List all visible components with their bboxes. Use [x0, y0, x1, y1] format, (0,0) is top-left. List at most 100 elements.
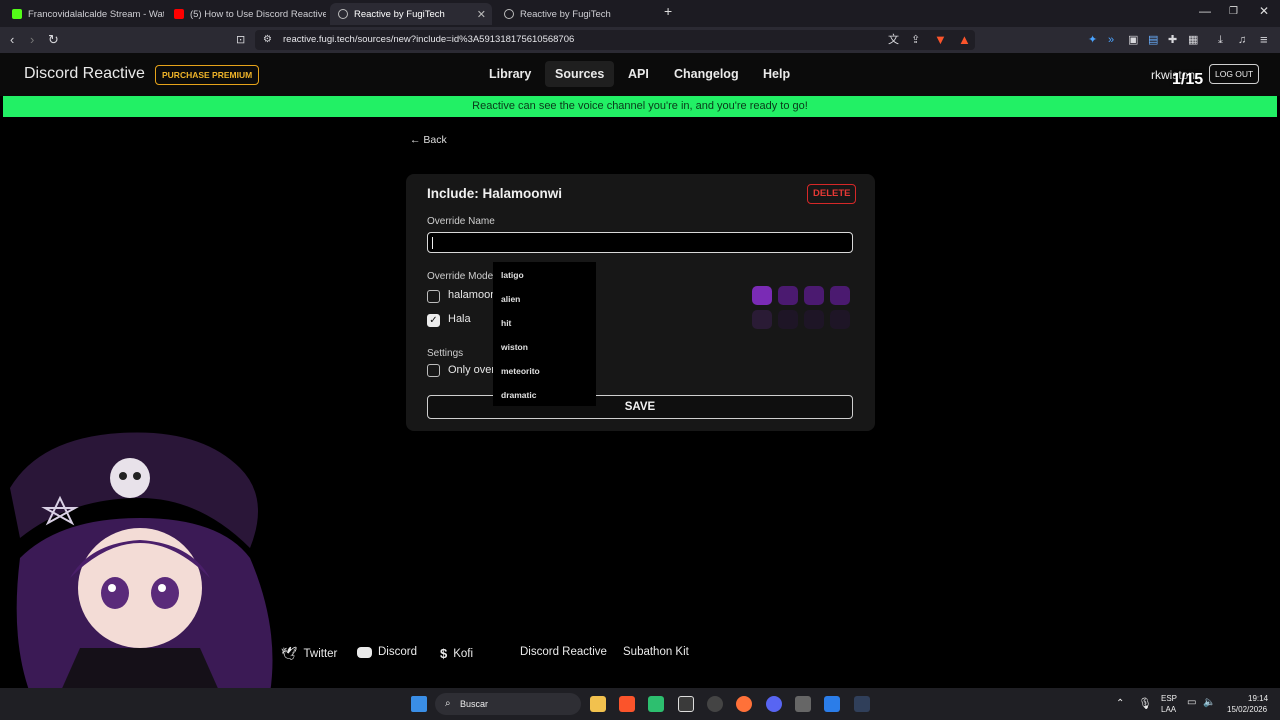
- microphone-icon[interactable]: 🎙: [1138, 697, 1152, 710]
- clock-time[interactable]: 19:14: [1248, 694, 1268, 703]
- model-checkbox-hala[interactable]: ✓: [427, 314, 440, 327]
- extension-icon[interactable]: ✦: [1088, 32, 1097, 48]
- footer-link-discord-reactive[interactable]: Discord Reactive: [520, 646, 607, 658]
- dropdown-option[interactable]: latigo: [501, 270, 524, 280]
- forward-arrow-icon[interactable]: ›: [30, 32, 34, 48]
- model-thumbnail: [752, 286, 772, 305]
- brave-rewards-icon[interactable]: ▲: [958, 32, 971, 48]
- taskbar-search[interactable]: ⌕ Buscar: [435, 693, 581, 715]
- settings-label: Settings: [427, 348, 464, 359]
- status-banner: Reactive can see the voice channel you'r…: [3, 96, 1277, 117]
- discord-taskbar-icon[interactable]: [766, 696, 782, 712]
- address-bar[interactable]: ⚙ reactive.fugi.tech/sources/new?include…: [255, 30, 975, 50]
- restore-icon[interactable]: ❐: [1229, 6, 1238, 17]
- tray-chevron-icon[interactable]: ⌃: [1116, 698, 1124, 709]
- dropdown-option[interactable]: alien: [501, 294, 520, 304]
- delete-button[interactable]: DELETE: [807, 184, 857, 204]
- globe-favicon-icon: [504, 9, 514, 19]
- brand-logo[interactable]: Discord Reactive: [24, 65, 145, 83]
- footer-link-subathon-kit[interactable]: Subathon Kit: [623, 646, 689, 658]
- footer-link-discord[interactable]: Discord: [357, 646, 417, 658]
- browser-toolbar: ‹ › ↻ ⊡ ⚙ reactive.fugi.tech/sources/new…: [0, 27, 1280, 53]
- site-header: Discord Reactive PURCHASE PREMIUM Librar…: [0, 53, 1280, 96]
- reload-icon[interactable]: ↻: [48, 32, 59, 48]
- app-icon[interactable]: [795, 696, 811, 712]
- app-icon[interactable]: [824, 696, 840, 712]
- file-explorer-icon[interactable]: [590, 696, 606, 712]
- windows-start-icon[interactable]: [411, 696, 427, 712]
- nav-sources[interactable]: Sources: [545, 61, 615, 87]
- nav-help[interactable]: Help: [753, 61, 800, 87]
- translate-icon[interactable]: 文: [888, 32, 899, 48]
- search-icon: ⌕: [445, 698, 451, 709]
- tab-title: (5) How to Use Discord Reactive Ima: [190, 8, 326, 20]
- browser-tab-active[interactable]: Reactive by FugiTech ✕: [330, 3, 492, 25]
- model-checkbox-halamoonwi[interactable]: [427, 290, 440, 303]
- browser-tab[interactable]: Reactive by FugiTech: [496, 3, 656, 25]
- include-card: Include: Halamoonwi DELETE Override Name…: [406, 174, 875, 431]
- sidebar-icon[interactable]: ▦: [1188, 32, 1198, 48]
- globe-favicon-icon: [338, 9, 348, 19]
- new-tab-button[interactable]: +: [664, 3, 672, 19]
- back-arrow-icon[interactable]: ‹: [10, 32, 14, 48]
- volume-icon[interactable]: 🔈: [1203, 697, 1215, 708]
- site-info-icon[interactable]: ⚙: [263, 32, 272, 48]
- model-thumbnail: [830, 286, 850, 305]
- avatar-face: [78, 528, 202, 648]
- nav-library[interactable]: Library: [479, 61, 541, 87]
- close-window-icon[interactable]: ✕: [1259, 4, 1269, 18]
- text-caret: [432, 237, 433, 249]
- dropdown-option[interactable]: hit: [501, 318, 511, 328]
- app-icon[interactable]: [648, 696, 664, 712]
- url-text[interactable]: reactive.fugi.tech/sources/new?include=i…: [283, 34, 574, 45]
- purchase-premium-button[interactable]: PURCHASE PREMIUM: [155, 65, 260, 85]
- language-indicator[interactable]: ESP: [1161, 694, 1177, 703]
- only-override-checkbox[interactable]: [427, 364, 440, 377]
- back-link[interactable]: ← Back: [410, 134, 447, 146]
- brave-shield-icon[interactable]: ▼: [934, 32, 947, 48]
- browser-tab[interactable]: Francovidalalcalde Stream - Watch Li: [4, 3, 164, 25]
- nav-api[interactable]: API: [618, 61, 659, 87]
- minimize-icon[interactable]: —: [1199, 4, 1211, 18]
- model-thumbnail: [778, 286, 798, 305]
- app-icon[interactable]: [707, 696, 723, 712]
- extension-icon[interactable]: ▣: [1128, 32, 1138, 48]
- close-tab-icon[interactable]: ✕: [477, 8, 486, 21]
- model-thumbnail: [804, 310, 824, 329]
- footer-link-label: Discord: [378, 646, 417, 658]
- extension-icon[interactable]: »: [1108, 32, 1114, 48]
- media-icon[interactable]: ♫: [1238, 32, 1246, 48]
- extension-icon[interactable]: ▤: [1148, 32, 1158, 48]
- model-thumbnail: [804, 286, 824, 305]
- save-button[interactable]: SAVE: [427, 395, 853, 419]
- autocomplete-dropdown: latigo alien hit wiston meteorito dramat…: [493, 262, 596, 406]
- dropdown-option[interactable]: wiston: [501, 342, 528, 352]
- override-name-input[interactable]: [427, 232, 853, 253]
- app-icon[interactable]: [678, 696, 694, 712]
- download-icon[interactable]: ⤓: [1218, 32, 1223, 48]
- dropdown-option[interactable]: meteorito: [501, 366, 540, 376]
- firefox-icon[interactable]: [736, 696, 752, 712]
- model-label: Hala: [448, 313, 471, 325]
- brave-browser-icon[interactable]: [619, 696, 635, 712]
- extensions-puzzle-icon[interactable]: ✚: [1168, 32, 1177, 48]
- share-icon[interactable]: ⇪: [911, 32, 920, 48]
- overlay-counter: 1/15: [1172, 71, 1204, 88]
- footer-link-twitter[interactable]: 🕊 Twitter: [281, 646, 337, 662]
- override-name-label: Override Name: [427, 216, 495, 227]
- nav-changelog[interactable]: Changelog: [664, 61, 749, 87]
- browser-tab[interactable]: (5) How to Use Discord Reactive Ima: [166, 3, 326, 25]
- app-icon[interactable]: [854, 696, 870, 712]
- footer-link-kofi[interactable]: $ Kofi: [440, 646, 473, 661]
- kick-favicon-icon: [12, 9, 22, 19]
- logout-button[interactable]: LOG OUT: [1209, 64, 1260, 84]
- model-thumbnail: [752, 310, 772, 329]
- clock-date[interactable]: 15/02/2026: [1227, 705, 1267, 714]
- youtube-favicon-icon: [174, 9, 184, 19]
- dropdown-option[interactable]: dramatic: [501, 390, 536, 400]
- keyboard-layout[interactable]: LAA: [1161, 705, 1176, 714]
- bookmark-icon[interactable]: ⊡: [236, 32, 245, 48]
- model-thumbnail: [830, 310, 850, 329]
- network-icon[interactable]: ▭: [1187, 697, 1196, 708]
- menu-icon[interactable]: ≡: [1260, 32, 1268, 48]
